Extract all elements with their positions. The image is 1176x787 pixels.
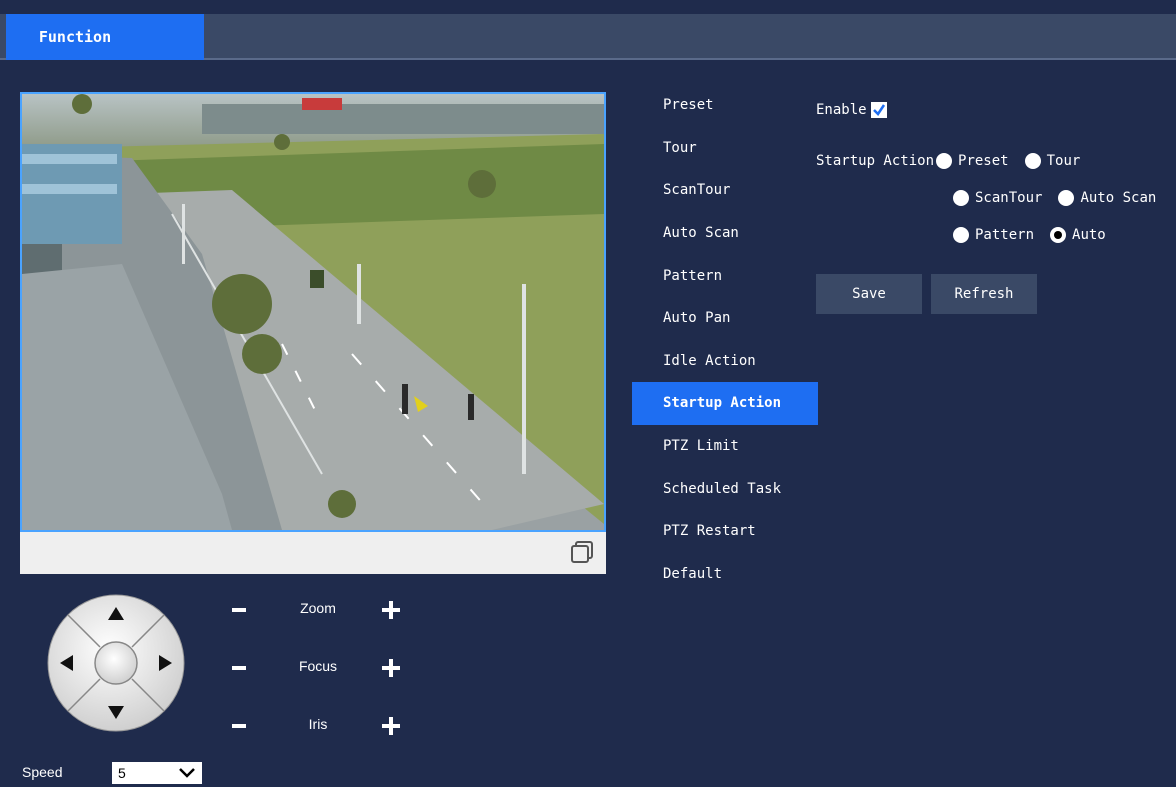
save-button[interactable]: Save [816, 274, 922, 314]
startup-action-row-2: ScanTour Auto Scan [951, 190, 1170, 206]
radio-auto[interactable]: Auto [1048, 227, 1106, 243]
menu-item-label: Preset [663, 97, 714, 114]
menu-item-label: Auto Scan [663, 225, 739, 242]
fullscreen-icon[interactable] [570, 540, 594, 564]
chevron-down-icon [179, 768, 195, 778]
menu-item-label: Auto Pan [663, 310, 731, 327]
focus-label: Focus [298, 658, 338, 674]
speed-value: 5 [118, 765, 126, 781]
live-video-preview [20, 92, 606, 532]
tab-function-label: Function [38, 28, 112, 46]
enable-checkbox[interactable] [870, 102, 887, 118]
radio-auto-scan[interactable]: Auto Scan [1056, 190, 1156, 206]
menu-item-label: Pattern [663, 267, 723, 284]
ptz-direction-pad [47, 594, 185, 732]
iris-plus-button[interactable] [382, 717, 400, 735]
startup-action-row-1: Startup Action Preset Tour [816, 153, 1094, 169]
menu-item-scantour[interactable]: ScanTour [632, 169, 818, 212]
menu-item-ptz-restart[interactable]: PTZ Restart [632, 510, 818, 553]
focus-plus-button[interactable] [382, 659, 400, 677]
radio-scantour[interactable]: ScanTour [951, 190, 1042, 206]
zoom-control: Zoom [228, 595, 408, 625]
menu-item-auto-pan[interactable]: Auto Pan [632, 297, 818, 340]
iris-control: Iris [228, 711, 408, 741]
zoom-out-button[interactable] [232, 608, 246, 612]
menu-item-ptz-limit[interactable]: PTZ Limit [632, 425, 818, 468]
refresh-button[interactable]: Refresh [931, 274, 1037, 314]
menu-item-label: PTZ Restart [663, 523, 756, 540]
iris-label: Iris [308, 716, 328, 732]
menu-item-label: ScanTour [663, 182, 731, 199]
radio-pattern[interactable]: Pattern [951, 227, 1034, 243]
menu-item-auto-scan[interactable]: Auto Scan [632, 212, 818, 255]
speed-select[interactable]: 5 [112, 762, 202, 784]
menu-item-default[interactable]: Default [632, 553, 818, 596]
checkmark-icon [872, 104, 885, 116]
ptz-center-button[interactable] [94, 641, 138, 685]
menu-item-label: Startup Action [663, 395, 782, 412]
menu-item-label: Tour [663, 139, 697, 156]
menu-item-label: Default [663, 565, 723, 582]
menu-item-label: Scheduled Task [663, 480, 782, 497]
menu-item-scheduled-task[interactable]: Scheduled Task [632, 467, 818, 510]
enable-row: Enable [816, 102, 887, 118]
enable-label: Enable [816, 102, 867, 118]
menu-item-startup-action[interactable]: Startup Action [632, 382, 818, 425]
menu-item-label: Idle Action [663, 352, 756, 369]
ptz-function-menu: Preset Tour ScanTour Auto Scan Pattern Auto P… [632, 84, 818, 595]
video-toolbar [20, 532, 606, 574]
menu-item-pattern[interactable]: Pattern [632, 254, 818, 297]
radio-tour[interactable]: Tour [1023, 153, 1080, 169]
startup-action-label: Startup Action [816, 153, 935, 169]
radio-preset[interactable]: Preset [934, 153, 1009, 169]
menu-item-preset[interactable]: Preset [632, 84, 818, 127]
menu-item-label: PTZ Limit [663, 438, 739, 455]
zoom-in-button[interactable] [382, 601, 400, 619]
zoom-label: Zoom [300, 600, 336, 616]
iris-minus-button[interactable] [232, 724, 246, 728]
focus-control: Focus [228, 653, 408, 683]
speed-label: Speed [22, 764, 63, 780]
menu-item-idle-action[interactable]: Idle Action [632, 340, 818, 383]
startup-action-row-3: Pattern Auto [951, 227, 1120, 243]
menu-item-tour[interactable]: Tour [632, 127, 818, 170]
top-tab-bar: Function [0, 14, 1176, 60]
focus-minus-button[interactable] [232, 666, 246, 670]
tab-function[interactable]: Function [6, 14, 204, 60]
